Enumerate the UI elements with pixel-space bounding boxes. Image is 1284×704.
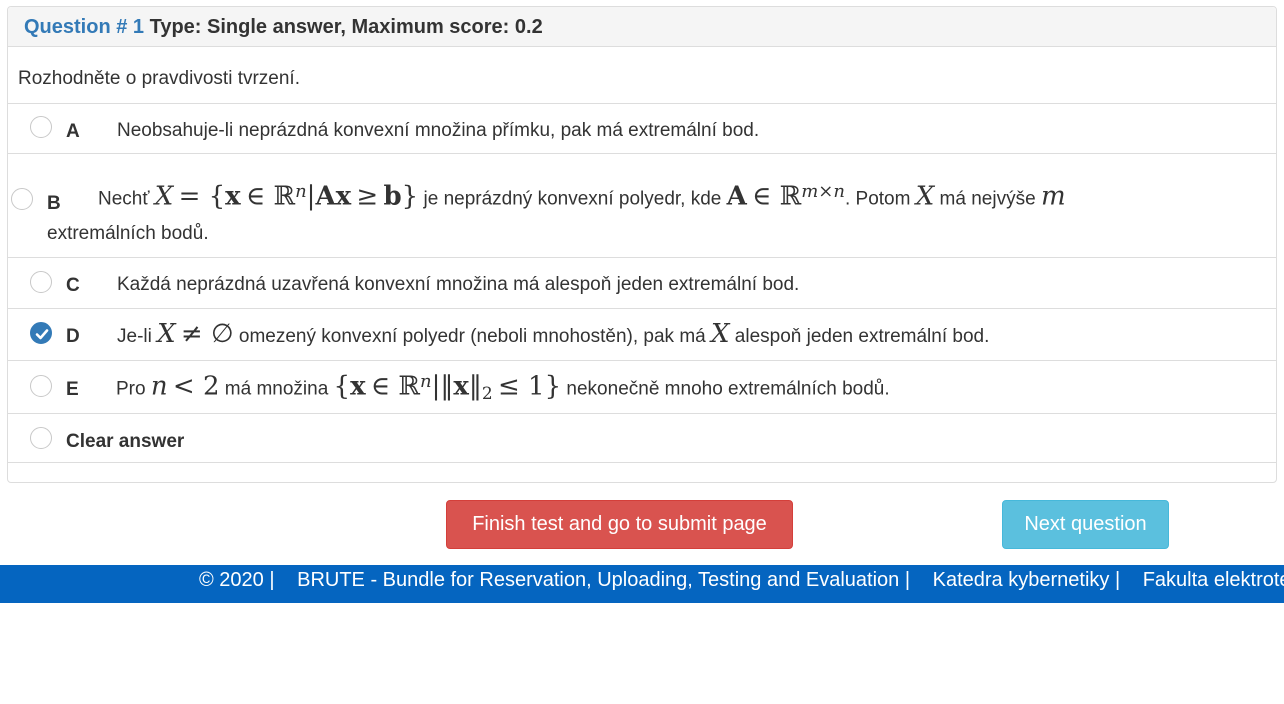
- footer-link-brute[interactable]: BRUTE - Bundle for Reservation, Uploadin…: [297, 569, 910, 591]
- option-text-line: Pro n < 2 má množina {x ∈ ℝn|‖x‖2 ≤ 1} n…: [116, 371, 890, 404]
- question-panel: Question # 1 Type: Single answer, Maximu…: [7, 6, 1277, 483]
- math-formula: n: [295, 181, 307, 202]
- option-letter: A: [66, 121, 80, 142]
- question-type: Type: Single answer, Maximum score: 0.2: [149, 16, 543, 38]
- clear-answer-option[interactable]: Clear answer: [8, 413, 1276, 463]
- option-text: Pro: [116, 378, 146, 400]
- math-formula: {: [333, 371, 351, 402]
- math-formula: n: [420, 371, 432, 392]
- math-formula: ∈ ℝ: [752, 181, 802, 212]
- math-formula: A: [726, 181, 747, 212]
- radio-d-checked[interactable]: [30, 322, 52, 344]
- option-text: má množina: [224, 378, 329, 400]
- radio-clear[interactable]: [30, 427, 52, 449]
- math-formula: n: [150, 371, 168, 402]
- footer: © 2020 | BRUTE - Bundle for Reservation,…: [0, 565, 1284, 603]
- radio-e[interactable]: [30, 375, 52, 397]
- option-text: nekonečně mnoho extremálních bodů.: [566, 378, 890, 400]
- footer-text: © 2020 | BRUTE - Bundle for Reservation,…: [199, 569, 1284, 592]
- option-text: Je-li: [117, 326, 152, 347]
- math-formula: m: [1040, 181, 1066, 212]
- math-formula: ∈ ℝ: [245, 181, 296, 212]
- question-prompt: Rozhodněte o pravdivosti tvrzení.: [18, 68, 300, 89]
- option-letter: C: [66, 275, 80, 296]
- clear-answer-label: Clear answer: [66, 431, 185, 452]
- option-a[interactable]: A Neobsahuje-li neprázdná konvexní množi…: [8, 103, 1276, 153]
- question-number: Question # 1: [24, 16, 145, 38]
- math-formula: ≤ 1}: [498, 371, 562, 402]
- question-title: Question # 1 Type: Single answer, Maximu…: [24, 16, 543, 39]
- option-text: má nejvýše: [939, 188, 1036, 210]
- footer-link-fakulta[interactable]: Fakulta elektrotechnická: [1143, 569, 1284, 591]
- checkmark-icon: [35, 329, 49, 340]
- option-letter: D: [66, 326, 80, 347]
- footer-link-katedra[interactable]: Katedra kybernetiky |: [933, 569, 1121, 591]
- option-text: omezený konvexní polyedr (neboli mnohost…: [238, 326, 706, 347]
- option-text-line-2: extremálních bodů.: [47, 223, 209, 244]
- radio-b[interactable]: [11, 188, 33, 210]
- option-text: alespoň jeden extremální bod.: [734, 326, 990, 347]
- next-question-button[interactable]: Next question: [1002, 500, 1169, 549]
- math-formula: x: [350, 371, 366, 402]
- option-text: Každá neprázdná uzavřená konvexní množin…: [117, 274, 800, 295]
- math-formula: Ax: [315, 181, 352, 212]
- option-b[interactable]: B Nechť X = {x ∈ ℝn|Ax ≥ b} je neprázdný…: [8, 153, 1276, 257]
- math-formula: m×n: [801, 181, 845, 202]
- option-letter: E: [66, 379, 79, 400]
- option-text: . Potom: [844, 188, 911, 210]
- math-formula: 2: [481, 384, 493, 405]
- math-formula: ≥: [356, 181, 379, 212]
- math-formula: x: [453, 371, 469, 402]
- option-text: Nechť: [98, 188, 150, 210]
- option-letter: B: [47, 193, 61, 214]
- option-text-line: Je-li X ≠ ∅ omezený konvexní polyedr (ne…: [117, 319, 989, 349]
- math-formula: ‖: [468, 371, 482, 402]
- option-text: je neprázdný konvexní polyedr, kde: [423, 188, 722, 210]
- footer-copyright: © 2020 |: [199, 569, 275, 591]
- math-formula: |‖: [431, 371, 454, 402]
- radio-a[interactable]: [30, 116, 52, 138]
- option-text-line-1: Nechť X = {x ∈ ℝn|Ax ≥ b} je neprázdný k…: [98, 181, 1066, 211]
- radio-c[interactable]: [30, 271, 52, 293]
- option-c[interactable]: C Každá neprázdná uzavřená konvexní množ…: [8, 257, 1276, 308]
- option-d[interactable]: D Je-li X ≠ ∅ omezený konvexní polyedr (…: [8, 308, 1276, 360]
- math-formula: = {: [178, 181, 226, 212]
- math-formula: < 2: [172, 371, 220, 402]
- option-text: Neobsahuje-li neprázdná konvexní množina…: [117, 120, 760, 141]
- math-formula: ≠ ∅: [180, 319, 234, 349]
- math-formula: ∈ ℝ: [370, 371, 421, 402]
- math-formula: b: [383, 181, 402, 212]
- math-formula: x: [225, 181, 241, 212]
- math-formula: X: [711, 319, 730, 349]
- finish-test-button[interactable]: Finish test and go to submit page: [446, 500, 793, 549]
- math-formula: }: [401, 181, 419, 212]
- math-formula: X: [915, 181, 935, 212]
- question-header: Question # 1 Type: Single answer, Maximu…: [8, 7, 1276, 47]
- option-e[interactable]: E Pro n < 2 má množina {x ∈ ℝn|‖x‖2 ≤ 1}…: [8, 360, 1276, 413]
- math-formula: X: [154, 181, 174, 212]
- math-formula: X: [157, 319, 176, 349]
